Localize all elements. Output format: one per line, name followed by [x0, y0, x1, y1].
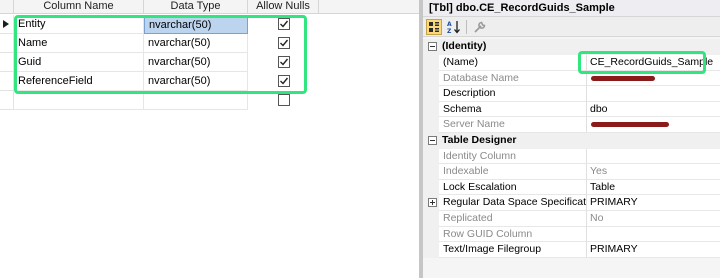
svg-text:Z: Z	[447, 28, 452, 35]
data-type-cell[interactable]: nvarchar(50)	[144, 53, 248, 72]
properties-title: [Tbl] dbo.CE_RecordGuids_Sample	[423, 0, 720, 17]
property-row-data-space[interactable]: Regular Data Space Specification PRIMARY	[423, 195, 720, 211]
redaction-mark	[591, 75, 655, 81]
sort-az-icon: A Z	[447, 21, 460, 35]
allow-nulls-checkbox[interactable]	[278, 56, 290, 68]
row-selector[interactable]	[0, 15, 14, 34]
property-value[interactable]: PRIMARY	[587, 242, 720, 258]
expand-icon[interactable]	[428, 198, 437, 208]
column-name-cell[interactable]: ReferenceField	[14, 72, 144, 91]
property-value[interactable]	[587, 86, 720, 102]
collapse-icon[interactable]	[428, 136, 437, 145]
property-pages-button[interactable]	[472, 19, 488, 35]
checkmark-icon	[280, 39, 289, 47]
property-name: Server Name	[439, 117, 587, 133]
column-name-header[interactable]: Column Name	[14, 0, 144, 14]
checkmark-icon	[280, 77, 289, 85]
category-table-designer[interactable]: Table Designer	[423, 133, 720, 149]
wrench-icon	[474, 21, 486, 33]
current-row-arrow-icon	[3, 20, 9, 28]
column-name-cell[interactable]	[14, 91, 144, 110]
toolbar-separator	[466, 20, 467, 34]
property-row-identity-column[interactable]: Identity Column	[423, 148, 720, 165]
row-selector[interactable]	[0, 91, 14, 110]
allow-nulls-checkbox[interactable]	[278, 18, 290, 30]
allow-nulls-checkbox[interactable]	[278, 37, 290, 49]
property-value	[587, 226, 720, 243]
allow-nulls-header[interactable]: Allow Nulls	[248, 0, 319, 14]
property-name: Lock Escalation	[439, 179, 587, 196]
property-name: Description	[439, 86, 587, 102]
property-row-description[interactable]: Description	[423, 86, 720, 102]
property-value[interactable]: CE_RecordGuids_Sample	[587, 55, 720, 71]
column-name-cell[interactable]: Guid	[14, 53, 144, 72]
property-row-name[interactable]: (Name) CE_RecordGuids_Sample	[423, 55, 720, 71]
collapse-icon[interactable]	[428, 42, 437, 51]
svg-text:A: A	[447, 21, 452, 28]
data-type-cell[interactable]: nvarchar(50)	[144, 34, 248, 53]
properties-toolbar: A Z	[423, 17, 720, 37]
row-selector[interactable]	[0, 34, 14, 53]
property-row-row-guid-column[interactable]: Row GUID Column	[423, 226, 720, 243]
property-row-replicated[interactable]: Replicated No	[423, 211, 720, 227]
property-row-database-name[interactable]: Database Name	[423, 70, 720, 87]
alphabetical-button[interactable]: A Z	[446, 19, 462, 35]
properties-panel: [Tbl] dbo.CE_RecordGuids_Sample A Z (Ide…	[419, 0, 720, 278]
property-row-schema[interactable]: Schema dbo	[423, 101, 720, 118]
property-value[interactable]: Table	[587, 179, 720, 196]
categorized-button[interactable]	[426, 19, 442, 35]
property-name: Replicated	[439, 211, 587, 227]
property-value[interactable]: dbo	[587, 101, 720, 118]
column-name-cell[interactable]: Entity	[14, 15, 144, 34]
row-selector-header	[0, 0, 14, 14]
property-value[interactable]: PRIMARY	[587, 195, 720, 211]
property-row-indexable[interactable]: Indexable Yes	[423, 164, 720, 180]
property-value: Yes	[587, 164, 720, 180]
category-label: Table Designer	[442, 134, 517, 146]
table-row[interactable]: Guid nvarchar(50)	[0, 53, 419, 72]
property-name: (Name)	[439, 55, 587, 71]
checkmark-icon	[280, 58, 289, 66]
table-row[interactable]: ReferenceField nvarchar(50)	[0, 72, 419, 91]
row-selector[interactable]	[0, 72, 14, 91]
property-name: Text/Image Filegroup	[439, 242, 587, 258]
data-type-cell[interactable]: nvarchar(50)	[144, 72, 248, 91]
property-row-lock-escalation[interactable]: Lock Escalation Table	[423, 179, 720, 196]
row-selector[interactable]	[0, 53, 14, 72]
table-designer-grid: Column Name Data Type Allow Nulls Entity…	[0, 0, 419, 278]
property-name: Schema	[439, 101, 587, 118]
allow-nulls-checkbox[interactable]	[278, 75, 290, 87]
allow-nulls-checkbox[interactable]	[278, 94, 290, 106]
table-row[interactable]: Entity nvarchar(50)	[0, 15, 419, 34]
data-type-cell[interactable]	[144, 91, 248, 110]
checkmark-icon	[280, 20, 289, 28]
table-row[interactable]: Name nvarchar(50)	[0, 34, 419, 53]
property-name: Indexable	[439, 164, 587, 180]
column-name-cell[interactable]: Name	[14, 34, 144, 53]
data-type-cell[interactable]: nvarchar(50)	[144, 15, 248, 34]
property-value: No	[587, 211, 720, 227]
data-type-header[interactable]: Data Type	[144, 0, 248, 14]
category-label: (Identity)	[442, 40, 487, 52]
category-identity[interactable]: (Identity)	[423, 39, 720, 55]
property-name: Row GUID Column	[439, 226, 587, 243]
property-value	[587, 148, 720, 165]
property-name: Regular Data Space Specification	[439, 195, 587, 211]
redaction-mark	[591, 122, 669, 128]
property-row-server-name[interactable]: Server Name	[423, 117, 720, 133]
grid-header: Column Name Data Type Allow Nulls	[0, 0, 419, 14]
property-row-text-image-filegroup[interactable]: Text/Image Filegroup PRIMARY	[423, 242, 720, 258]
table-row-new[interactable]	[0, 91, 419, 110]
property-name: Database Name	[439, 70, 587, 87]
property-name: Identity Column	[439, 148, 587, 165]
categorized-icon	[429, 22, 439, 32]
